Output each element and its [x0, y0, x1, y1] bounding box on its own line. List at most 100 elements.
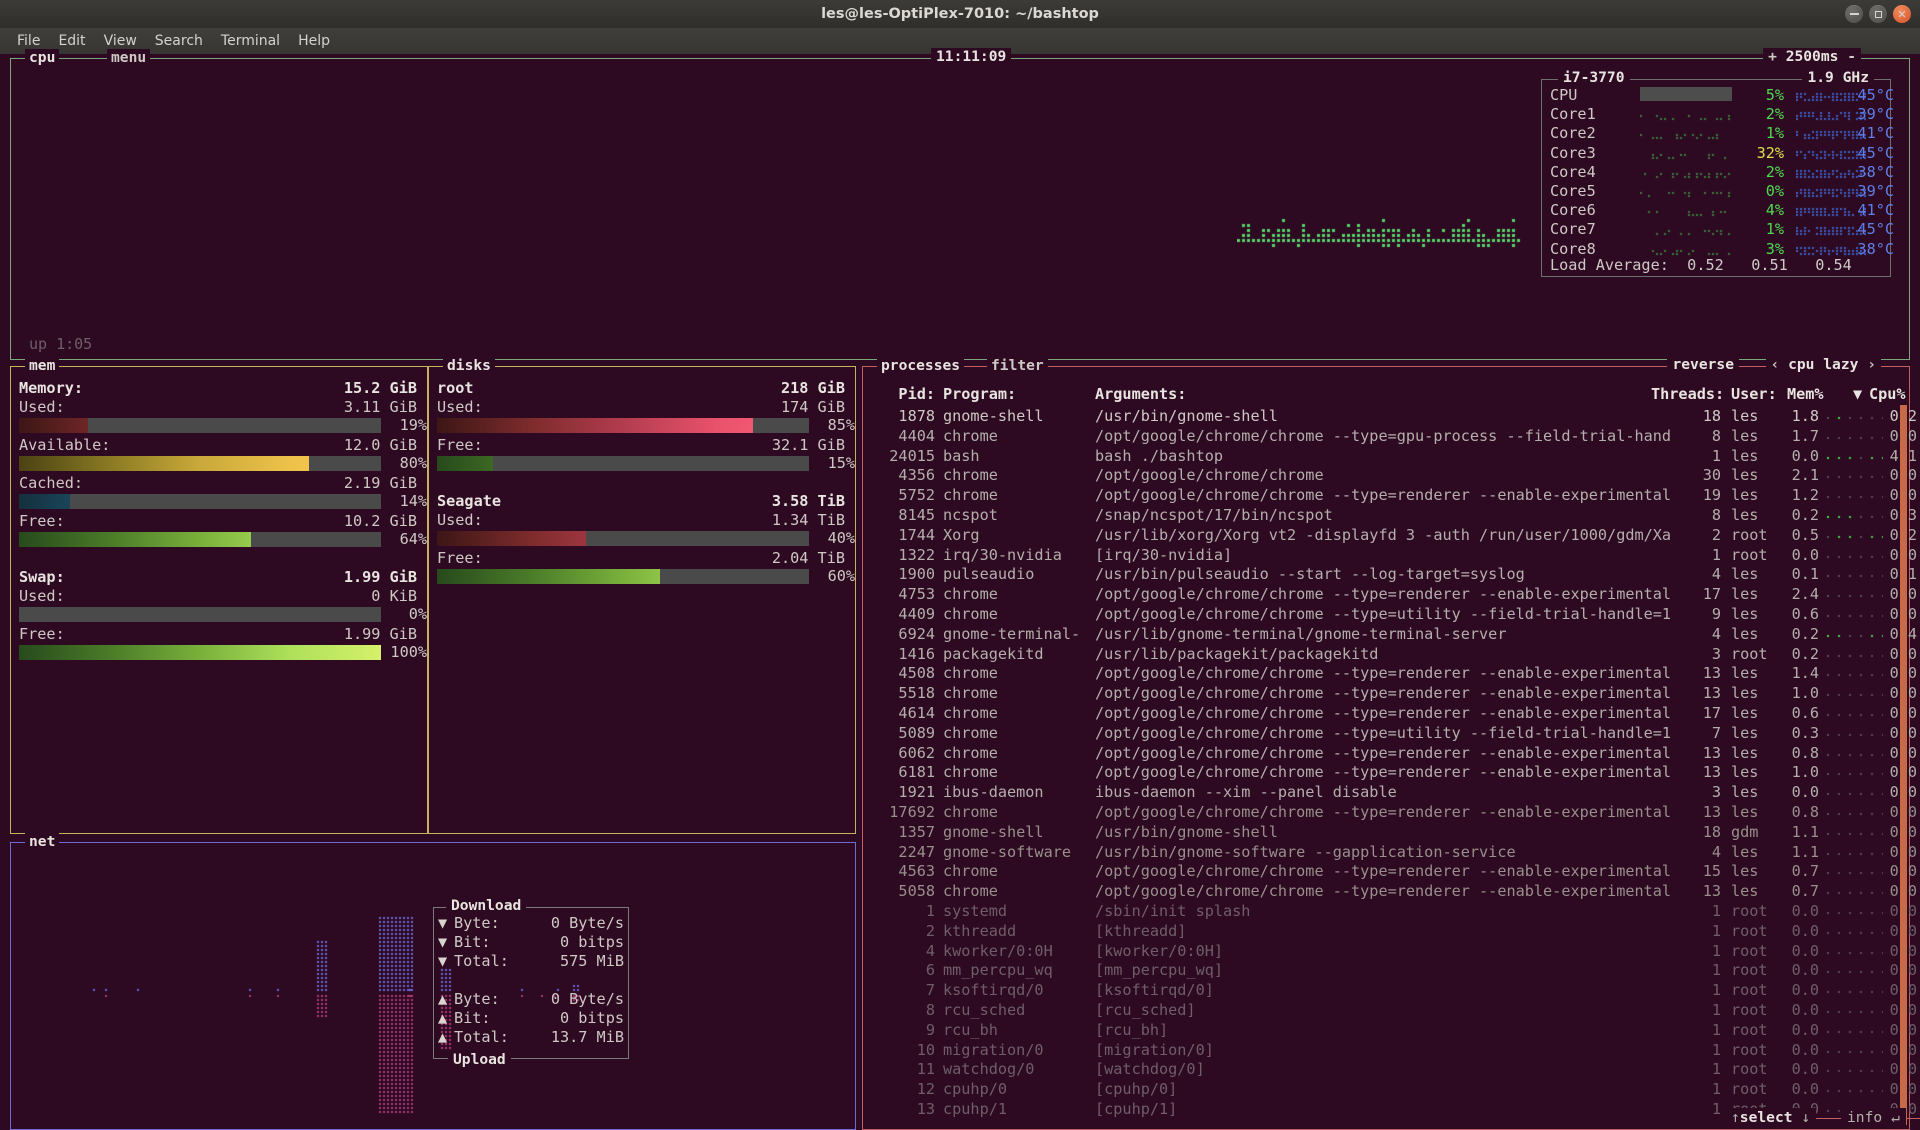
select-down-icon[interactable]: ↓	[1801, 1109, 1810, 1126]
menu-item-view[interactable]: View	[95, 31, 146, 51]
menu-item-help[interactable]: Help	[289, 31, 339, 51]
maximize-icon[interactable]	[1869, 5, 1887, 23]
process-user: les	[1731, 803, 1759, 821]
minimize-icon[interactable]	[1845, 5, 1863, 23]
process-row[interactable]: 5518 chrome/opt/google/chrome/chrome --ty…	[869, 684, 1917, 703]
metric-key: Used:	[437, 511, 483, 529]
update-interval-control[interactable]: + 2500ms -	[1763, 48, 1861, 67]
sort-selector[interactable]: ‹ cpu lazy ›	[1765, 356, 1881, 375]
process-row[interactable]: 6181 chrome/opt/google/chrome/chrome --ty…	[869, 763, 1917, 781]
process-row[interactable]: 5752 chrome/opt/google/chrome/chrome --ty…	[869, 486, 1917, 505]
close-icon[interactable]: ✕	[1893, 5, 1911, 23]
process-threads: 3	[1711, 644, 1721, 663]
process-row[interactable]: 1357 gnome-shell/usr/bin/gnome-shell 18 gdm…	[869, 823, 1917, 841]
process-row[interactable]: 4614 chrome/opt/google/chrome/chrome --ty…	[869, 704, 1917, 722]
process-cpu-percent: 0.0	[1869, 704, 1917, 722]
info-control[interactable]: info ↵	[1841, 1108, 1906, 1128]
process-cpu-percent: 0.0	[1869, 1080, 1917, 1098]
process-row[interactable]: 6924 gnome-terminal- /usr/lib/gnome-termin…	[869, 625, 1917, 643]
metric-value: 12.0 GiB	[343, 436, 417, 454]
col-user[interactable]: User:	[1731, 385, 1777, 403]
process-row[interactable]: 24015 bash bash ./bashtop 1 les 0.0 4.1	[869, 446, 1917, 465]
col-cpu[interactable]: Cpu%	[1869, 385, 1906, 403]
sort-next-icon[interactable]: ›	[1867, 356, 1876, 373]
processes-scrollbar[interactable]	[1900, 405, 1907, 1125]
col-mem[interactable]: Mem%	[1787, 385, 1824, 403]
select-up-icon[interactable]: ↑	[1731, 1109, 1740, 1126]
process-row[interactable]: 4 kworker/0:0H [kworker/0:0H] 1 root 0.0 0.0	[869, 941, 1917, 960]
process-row[interactable]: 2 kthreadd [kthreadd] 1 root 0.0 0.0	[869, 922, 1917, 940]
process-row[interactable]: 12 cpuhp/0 [cpuhp/0] 1 root 0.0 0.0	[869, 1080, 1917, 1098]
process-arguments: [migration/0]	[1095, 1040, 1214, 1059]
process-row[interactable]: 4404 chrome/opt/google/chrome/chrome --ty…	[869, 426, 1917, 445]
process-program: chrome	[943, 862, 998, 881]
col-arguments[interactable]: Arguments:	[1095, 385, 1186, 403]
metric-meter	[19, 418, 381, 433]
menu-item-edit[interactable]: Edit	[49, 31, 94, 51]
process-pid: 6062	[898, 743, 935, 762]
select-control[interactable]: ↑select ↓	[1725, 1108, 1817, 1128]
cpu-core-row: Core6 4% 41°C	[1548, 201, 1894, 220]
process-arguments: bash ./bashtop	[1095, 446, 1224, 465]
process-row[interactable]: 17692 chrome/opt/google/chrome/chrome --t…	[869, 803, 1917, 821]
process-row[interactable]: 6 mm_percpu_wq [mm_percpu_wq] 1 root 0.0 0.0	[869, 961, 1917, 979]
process-row[interactable]: 11 watchdog/0 [watchdog/0] 1 root 0.0 0.0	[869, 1060, 1917, 1078]
net-metric-key: Byte:	[454, 914, 500, 932]
core-usage-graph	[1640, 106, 1732, 123]
process-arguments: /opt/google/chrome/chrome --type=rendere…	[1095, 684, 1671, 703]
process-row[interactable]: 1744 Xorg/usr/lib/xorg/Xorg vt2 -displayf…	[869, 525, 1917, 544]
process-row[interactable]: 4409 chrome/opt/google/chrome/chrome --ty…	[869, 605, 1917, 623]
core-usage-percent: 4%	[1765, 201, 1784, 220]
reverse-sort-button[interactable]: reverse	[1667, 356, 1739, 375]
update-increase-icon[interactable]: -	[1847, 48, 1856, 65]
col-threads[interactable]: Threads:	[1651, 385, 1724, 403]
process-row[interactable]: 4563 chrome/opt/google/chrome/chrome --ty…	[869, 862, 1917, 881]
mem-panel[interactable]: mem Memory: 15.2 GiB Used: 3.11 GiB 19% Avail…	[10, 357, 428, 834]
process-row[interactable]: 4356 chrome/opt/google/chrome/chrome 30 les…	[869, 466, 1917, 485]
process-row[interactable]: 6062 chrome/opt/google/chrome/chrome --ty…	[869, 743, 1917, 762]
update-decrease-icon[interactable]: +	[1768, 48, 1777, 65]
process-row[interactable]: 4508 chrome/opt/google/chrome/chrome --ty…	[869, 664, 1917, 682]
process-threads: 8	[1711, 506, 1721, 524]
menu-item-search[interactable]: Search	[146, 31, 212, 51]
core-name: CPU	[1550, 86, 1578, 104]
process-row[interactable]: 1416 packagekitd/usr/lib/packagekit/packa…	[869, 644, 1917, 663]
filter-button[interactable]: filter	[987, 357, 1048, 375]
cpu-panel[interactable]: cpu menu 11:11:09 + 2500ms - i7-3770 1.9…	[10, 48, 1910, 360]
menu-item-file[interactable]: File	[8, 31, 49, 51]
process-cpu-percent: 0.0	[1869, 823, 1917, 841]
net-panel[interactable]: net Download Upload ▼ Byte: 0 Byte/s ▼ Bit: 0…	[10, 833, 856, 1130]
col-pid[interactable]: Pid:	[869, 385, 935, 403]
core-usage-percent: 5%	[1765, 86, 1784, 104]
metric-meter	[437, 418, 809, 433]
process-threads: 30	[1702, 466, 1721, 485]
menu-item-terminal[interactable]: Terminal	[212, 31, 289, 51]
process-row[interactable]: 4753 chrome/opt/google/chrome/chrome --ty…	[869, 585, 1917, 603]
process-row[interactable]: 5058 chrome/opt/google/chrome/chrome --ty…	[869, 882, 1917, 900]
metric-value: 2.04 TiB	[771, 549, 845, 567]
process-user: root	[1731, 525, 1768, 544]
process-row[interactable]: 7 ksoftirqd/0 [ksoftirqd/0] 1 root 0.0 0.0	[869, 981, 1917, 999]
process-row[interactable]: 1900 pulseaudio/usr/bin/pulseaudio --star…	[869, 565, 1917, 583]
cpu-menu-button[interactable]: menu	[107, 49, 151, 67]
process-row[interactable]: 1 systemd/sbin/init splash 1 root 0.0 0.0	[869, 902, 1917, 920]
processes-panel[interactable]: processes filter reverse ‹ cpu lazy › Pi…	[862, 356, 1920, 1130]
process-pid: 1921	[898, 783, 935, 802]
process-row[interactable]: 1878 gnome-shell/usr/bin/gnome-shell 18 les…	[869, 407, 1917, 425]
process-row[interactable]: 2247 gnome-software/usr/bin/gnome-softwar…	[869, 843, 1917, 861]
process-row[interactable]: 1322 irq/30-nvidia [irq/30-nvidia] 1 root 0.0…	[869, 546, 1917, 564]
col-program[interactable]: Program:	[943, 385, 1016, 403]
core-name: Core7	[1550, 220, 1596, 239]
process-row[interactable]: 9 rcu_bh [rcu_bh] 1 root 0.0 0.0	[869, 1021, 1917, 1039]
process-row[interactable]: 8145 ncspot/snap/ncspot/17/bin/ncspot 8 les…	[869, 506, 1917, 524]
sort-prev-icon[interactable]: ‹	[1771, 356, 1780, 373]
process-mem-percent: 1.2	[1791, 486, 1819, 505]
process-program: kworker/0:0H	[943, 941, 1053, 960]
process-row[interactable]: 1921 ibus-daemon ibus-daemon --xim --panel…	[869, 783, 1917, 802]
metric-value: 10.2 GiB	[343, 512, 417, 530]
process-row[interactable]: 5089 chrome/opt/google/chrome/chrome --ty…	[869, 724, 1917, 742]
disks-panel[interactable]: disks root 218 GiB Used: 174 GiB 85% Free: 32.…	[428, 357, 856, 834]
process-row[interactable]: 8 rcu_sched [rcu_sched] 1 root 0.0 0.0	[869, 1001, 1917, 1019]
process-row[interactable]: 10 migration/0 [migration/0] 1 root 0.0 0.0	[869, 1040, 1917, 1059]
process-arguments: /opt/google/chrome/chrome --type=gpu-pro…	[1095, 426, 1671, 445]
